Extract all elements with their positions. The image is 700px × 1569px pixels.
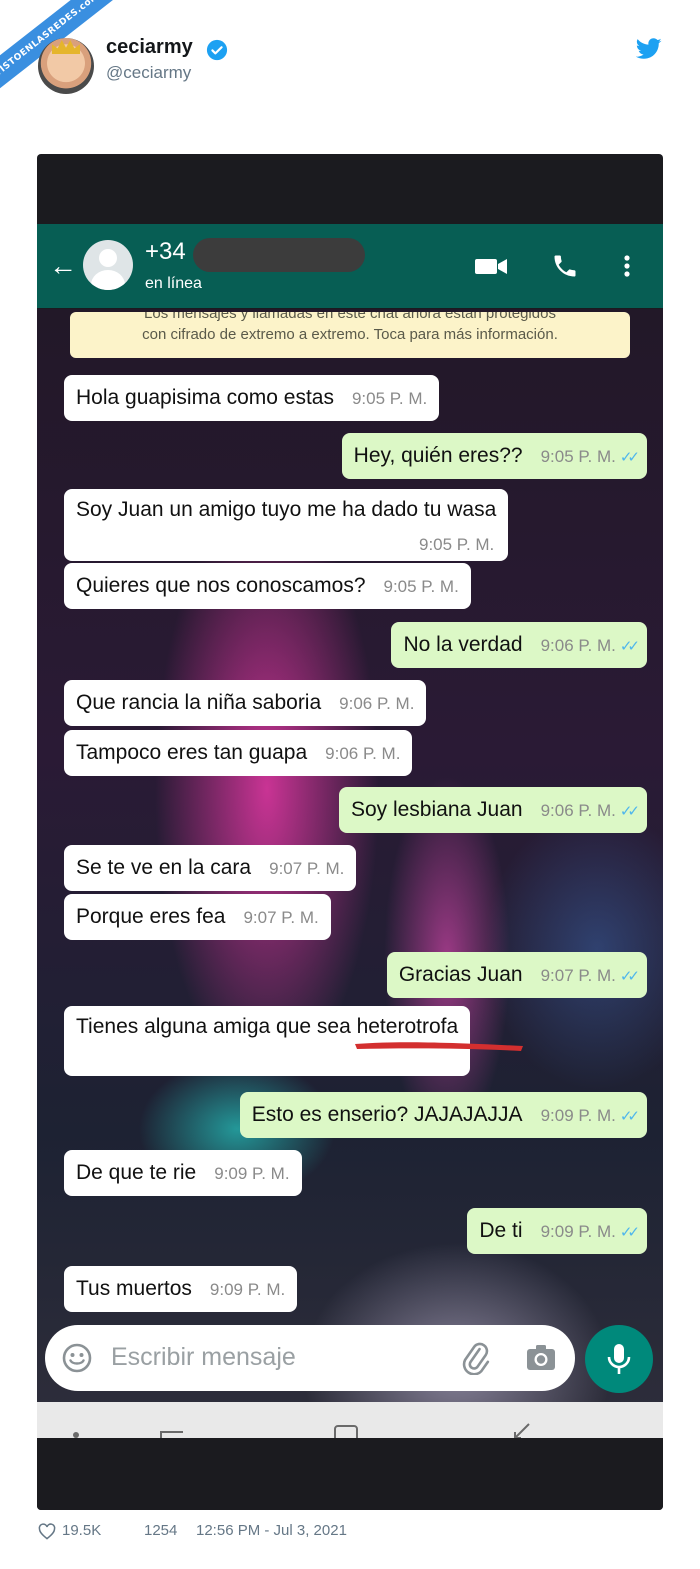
message-text: No la verdad — [403, 633, 523, 656]
read-ticks-icon: ✓✓ — [619, 449, 640, 466]
message-time: 9:05 P. M. — [418, 535, 495, 554]
mic-button[interactable] — [585, 1325, 653, 1393]
message-time: 9:06 P. M. — [540, 636, 616, 655]
redacted-number — [193, 238, 365, 272]
back-arrow-icon[interactable]: ← — [49, 252, 77, 280]
message-time: 9:09 P. M. — [209, 1280, 286, 1299]
message-incoming[interactable]: Porque eres fea 9:07 P. M. — [64, 894, 331, 940]
encryption-notice-line2: con cifrado de extremo a extremo. Toca p… — [142, 326, 558, 343]
camera-icon[interactable] — [524, 1341, 558, 1375]
screenshot-frame: ← +34 en línea Los mensajes y llamadas e… — [37, 154, 663, 1510]
message-input-bar[interactable]: Escribir mensaje — [45, 1325, 575, 1391]
contact-number[interactable]: +34 — [145, 238, 186, 266]
message-text: Quieres que nos conoscamos? — [76, 574, 366, 597]
heart-icon[interactable] — [38, 1523, 56, 1540]
message-time: 9:07 P. M. — [269, 859, 345, 878]
message-incoming[interactable]: Soy Juan un amigo tuyo me ha dado tu was… — [64, 489, 509, 561]
message-incoming[interactable]: De que te rie 9:09 P. M. — [64, 1150, 302, 1196]
message-text: Tampoco eres tan guapa — [76, 741, 308, 764]
message-text: Soy Juan un amigo tuyo me ha dado tu was… — [76, 498, 497, 521]
message-text: Gracias Juan — [398, 963, 523, 986]
system-nav-bar — [37, 1402, 663, 1438]
nav-home-icon[interactable] — [333, 1422, 359, 1438]
message-time: 9:06 P. M. — [540, 801, 616, 820]
message-outgoing[interactable]: Hey, quién eres?? 9:05 P. M. ✓✓ — [341, 433, 647, 479]
message-incoming[interactable]: Tampoco eres tan guapa 9:06 P. M. — [64, 730, 413, 776]
message-text: De ti — [479, 1219, 523, 1242]
message-text: Se te ve en la cara — [76, 856, 252, 879]
message-incoming[interactable]: Quieres que nos conoscamos? 9:05 P. M. — [64, 563, 471, 609]
message-time: 9:09 P. M. — [214, 1164, 290, 1183]
message-time: 9:09 P. M. — [540, 1106, 616, 1125]
red-underline-annotation — [355, 1042, 523, 1051]
message-outgoing[interactable]: Gracias Juan 9:07 P. M. ✓✓ — [386, 952, 647, 998]
encryption-notice[interactable]: Los mensajes y llamadas en este chat aho… — [70, 312, 630, 358]
contact-avatar[interactable] — [83, 240, 133, 290]
twitter-bird-icon[interactable] — [636, 38, 662, 60]
mic-icon — [607, 1344, 631, 1374]
message-outgoing[interactable]: No la verdad 9:06 P. M. ✓✓ — [391, 622, 647, 668]
message-outgoing[interactable]: Soy lesbiana Juan 9:06 P. M. ✓✓ — [338, 787, 647, 833]
like-count[interactable]: 19.5K — [62, 1522, 101, 1539]
read-ticks-icon: ✓✓ — [619, 1108, 640, 1125]
message-time: 9:05 P. M. — [540, 447, 616, 466]
phone-icon[interactable] — [550, 252, 580, 280]
message-time: 9:07 P. M. — [540, 966, 616, 985]
message-time: 9:06 P. M. — [325, 744, 401, 763]
tweet-username[interactable]: ceciarmy — [106, 36, 193, 59]
video-call-icon[interactable] — [473, 252, 509, 280]
tweet-timestamp[interactable]: 12:56 PM - Jul 3, 2021 — [196, 1522, 347, 1539]
message-text: Hey, quién eres?? — [353, 444, 523, 467]
message-incoming[interactable]: Hola guapisima como estas 9:05 P. M. — [64, 375, 440, 421]
message-outgoing[interactable]: De ti 9:09 P. M. ✓✓ — [467, 1208, 647, 1254]
attach-icon[interactable] — [459, 1341, 491, 1375]
read-ticks-icon: ✓✓ — [619, 968, 640, 985]
message-input[interactable]: Escribir mensaje — [111, 1343, 296, 1372]
message-time: 9:07 P. M. — [243, 908, 319, 927]
message-text: Tus muertos — [76, 1277, 192, 1300]
message-time: 9:09 P. M. — [540, 1222, 616, 1241]
message-text: Tienes alguna amiga que sea heterotrofa — [76, 1015, 459, 1038]
nav-recents-icon[interactable] — [159, 1422, 185, 1438]
read-ticks-icon: ✓✓ — [619, 638, 640, 655]
message-text: De que te rie — [76, 1161, 197, 1184]
message-time: 9:06 P. M. — [339, 694, 415, 713]
avatar[interactable] — [38, 38, 94, 94]
screenshot-bottom-bezel — [37, 1438, 663, 1510]
comment-count[interactable]: 1254 — [144, 1522, 177, 1539]
crown-decoration — [52, 40, 80, 54]
message-incoming[interactable]: Se te ve en la cara 9:07 P. M. — [64, 845, 357, 891]
message-incoming[interactable]: Que rancia la niña saboria 9:06 P. M. — [64, 680, 427, 726]
more-icon[interactable] — [617, 252, 637, 280]
read-ticks-icon: ✓✓ — [619, 803, 640, 820]
message-incoming[interactable]: Tus muertos 9:09 P. M. — [64, 1266, 298, 1312]
message-text: Porque eres fea — [76, 905, 226, 928]
message-time: 9:05 P. M. — [383, 577, 459, 596]
tweet-handle[interactable]: @ceciarmy — [106, 63, 191, 83]
message-text: Soy lesbiana Juan — [350, 798, 523, 821]
message-text: Hola guapisima como estas — [76, 386, 334, 409]
chat-header: ← +34 en línea — [37, 224, 663, 308]
message-time: 9:05 P. M. — [351, 389, 428, 408]
verified-icon — [206, 39, 228, 61]
message-outgoing[interactable]: Esto es enserio? JAJAJAJJA 9:09 P. M. ✓✓ — [239, 1092, 647, 1138]
read-ticks-icon: ✓✓ — [619, 1224, 640, 1241]
message-text: Que rancia la niña saboria — [76, 691, 322, 714]
encryption-notice-line1: Los mensajes y llamadas en este chat aho… — [144, 312, 556, 322]
message-text: Esto es enserio? JAJAJAJJA — [251, 1103, 523, 1126]
emoji-icon[interactable] — [61, 1342, 93, 1374]
nav-back-icon[interactable] — [507, 1420, 533, 1438]
contact-status: en línea — [145, 275, 202, 292]
